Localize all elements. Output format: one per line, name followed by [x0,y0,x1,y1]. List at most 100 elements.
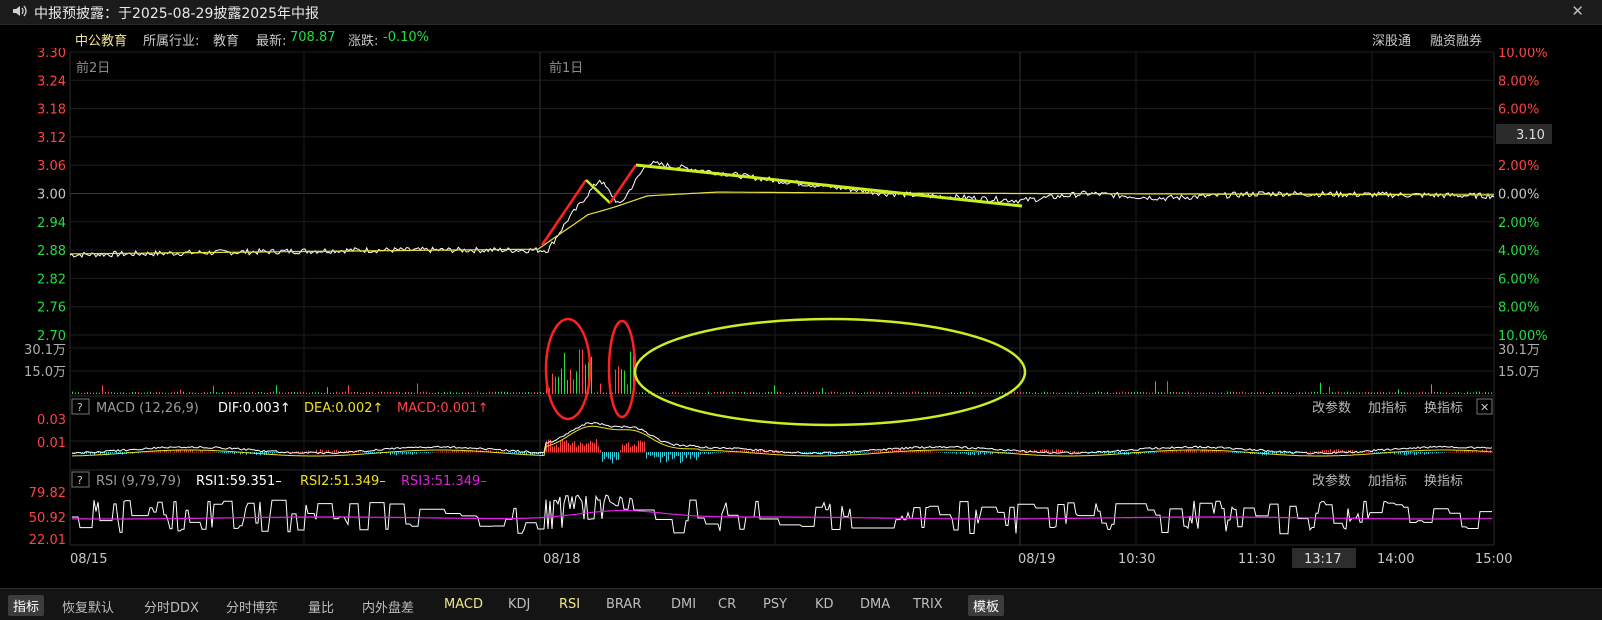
announcement-title[interactable]: 中报预披露：于2025-08-29披露2025年中报 [34,3,319,23]
volume-bar [759,392,760,394]
time-tick-label: 14:00 [1377,552,1414,567]
macd-bar [660,452,661,463]
tab-game[interactable]: 分时博弈 [226,597,278,616]
tab-macd[interactable]: MACD [444,597,483,612]
price-tick-label: 3.06 [37,159,66,174]
macd-bar [202,450,203,453]
volume-bar [117,392,118,394]
macd-bar [1198,451,1199,453]
volume-bar [342,391,343,394]
volume-bar [1260,391,1261,394]
macd-bar [1154,452,1155,453]
tab-dmi[interactable]: DMI [671,597,696,612]
macd-bar [512,452,513,454]
macd-bar [402,452,403,455]
macd-bar [324,451,325,453]
tab-template[interactable]: 模板 [968,595,1005,616]
macd-bar [926,451,927,453]
tab-dma[interactable]: DMA [860,597,890,612]
volume-bar [627,384,628,394]
macd-bar [980,452,981,455]
macd-help-icon[interactable]: ? [77,401,83,414]
volume-bar [1014,391,1015,394]
macd-add-indicator[interactable]: 加指标 [1368,401,1407,416]
rsi-help-icon[interactable]: ? [77,474,83,487]
tab-indicators[interactable]: 指标 [8,595,45,616]
volume-bar [1053,392,1054,394]
tab-kdj[interactable]: KDJ [508,597,530,612]
macd-bar [510,452,511,453]
macd-bar [924,450,925,453]
volume-bar [294,391,295,394]
price-line [69,160,1495,258]
volume-bar [87,392,88,394]
volume-bar [900,392,901,394]
macd-bar [596,439,597,453]
rsi-change-params[interactable]: 改参数 [1312,473,1351,489]
macd-bar [1418,452,1419,454]
macd-bar [1374,452,1375,453]
volume-bar [363,392,364,394]
volume-bar [1254,392,1255,394]
volume-bar [621,369,622,394]
change-value: -0.10% [383,30,429,45]
rsi-switch-indicator[interactable]: 换指标 [1424,474,1463,489]
volume-bar [822,387,823,394]
tab-psy[interactable]: PSY [763,597,787,612]
tab-restore-default[interactable]: 恢复默认 [62,597,114,616]
macd-bar [932,451,933,453]
volume-bar [261,391,262,394]
macd-bar [526,452,527,455]
industry-value[interactable]: 教育 [213,30,239,49]
macd-switch-indicator[interactable]: 换指标 [1424,401,1463,416]
volume-bar [1206,392,1207,394]
macd-bar [666,452,667,463]
intraday-chart[interactable]: 3.30 3.24 3.18 3.12 3.06 3.00 2.94 2.88 2.82 2.76… [0,48,1602,588]
volume-bar [156,391,157,394]
macd-bar [232,452,233,454]
volume-bar [660,392,661,394]
volume-bar [636,392,637,394]
close-icon[interactable]: ✕ [1571,2,1584,20]
volume-bar [1131,391,1132,394]
macd-change-params[interactable]: 改参数 [1312,400,1351,416]
link-margin-trading[interactable]: 融资融券 [1430,30,1482,49]
speaker-icon[interactable] [12,4,28,18]
macd-bar [164,450,165,453]
volume-bar [846,392,847,394]
tab-rsi[interactable]: RSI [559,597,580,612]
macd-close-icon[interactable]: ✕ [1480,401,1489,414]
volume-bar [774,385,775,394]
current-price-tag-text: 3.10 [1516,128,1545,143]
volume-bar [1188,391,1189,394]
tab-volume-ratio[interactable]: 量比 [308,597,334,616]
volume-bar [1353,391,1354,394]
tab-trix[interactable]: TRIX [913,597,943,612]
volume-bar [72,391,73,394]
macd-bar [1422,452,1423,453]
tab-ddx[interactable]: 分时DDX [144,597,199,616]
tab-brar[interactable]: BRAR [606,597,641,612]
stock-name[interactable]: 中公教育 [75,30,127,49]
volume-bar [204,391,205,394]
volume-bar [483,392,484,394]
volume-bar [432,392,433,394]
link-shenguton[interactable]: 深股通 [1372,30,1411,49]
macd-value: MACD:0.001↑ [397,401,488,416]
rsi-add-indicator[interactable]: 加指标 [1368,474,1407,489]
macd-bar [568,442,569,453]
tab-kd[interactable]: KD [815,597,834,612]
volume-bar [624,370,625,394]
macd-bar [724,451,725,453]
volume-bar [537,392,538,394]
macd-bar [556,444,557,453]
volume-bar [84,392,85,394]
tab-inner-outer[interactable]: 内外盘差 [362,597,414,616]
tab-cr[interactable]: CR [718,597,736,612]
macd-bar [728,451,729,453]
volume-bar [1299,391,1300,394]
volume-bar [792,392,793,394]
macd-bar [804,452,805,454]
macd-bar [302,451,303,453]
macd-bar [930,451,931,453]
